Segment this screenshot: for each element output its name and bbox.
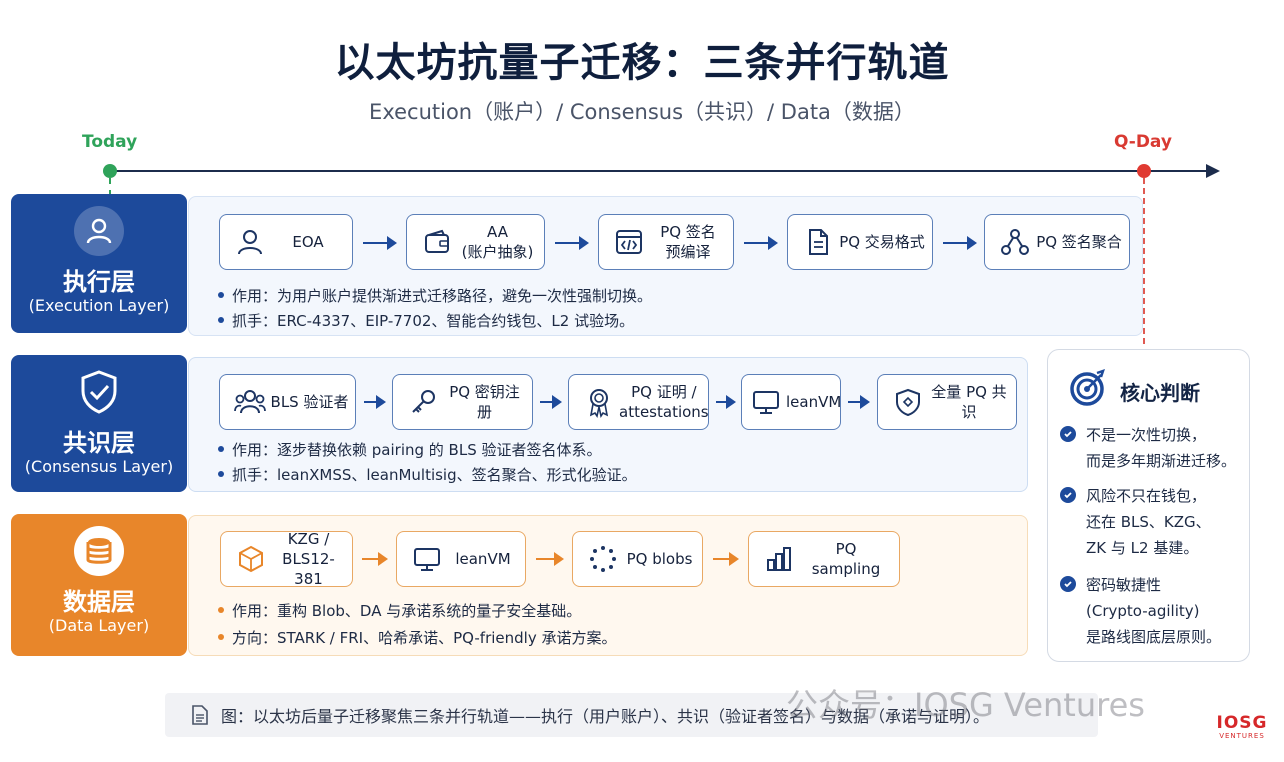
execution-layer-label: 执行层 (Execution Layer) [11,194,187,333]
exec-arrow-4 [943,236,977,250]
data-layer-sub: (Data Layer) [48,616,150,635]
judgment-item-3: 密码敏捷性 (Crypto-agility) 是路线图底层原则。 [1060,572,1221,650]
data-layer-name: 数据层 [63,588,135,616]
timeline-qday-label: Q-Day [1114,132,1172,152]
cons-arrow-3 [716,395,736,409]
user-icon [230,222,270,262]
data-step-pq-blobs: PQ blobs [572,531,703,587]
execution-layer-name: 执行层 [63,268,135,296]
cons-step-full-pq: 全量 PQ 共识 [877,374,1017,430]
exec-step-pq-precompile: PQ 签名 预编译 [598,214,734,270]
cons-arrow-1 [364,395,386,409]
judgment-item-1: 不是一次性切换， 而是多年期渐进迁移。 [1060,422,1236,474]
exec-step-aa: AA (账户抽象) [406,214,545,270]
timeline-line [110,170,1210,172]
cons-step-bls: BLS 验证者 [219,374,356,430]
cons-arrow-4 [848,395,870,409]
judgment-item-2: 风险不只在钱包， 还在 BLS、KZG、 ZK 与 L2 基建。 [1060,483,1211,561]
timeline-qday-dot [1137,164,1151,178]
timeline-today-dot [103,164,117,178]
shield-check-icon [74,367,124,417]
data-arrow-1 [362,552,388,566]
timeline-today-label: Today [82,132,138,152]
data-arrow-2 [536,552,564,566]
dots-circle-icon [583,539,623,579]
exec-step-eoa: EOA [219,214,353,270]
consensus-layer-label: 共识层 (Consensus Layer) [11,355,187,492]
network-icon [995,222,1035,262]
cons-step-pq-key: PQ 密钥注册 [392,374,533,430]
user-circle-icon [74,206,124,256]
core-judgment-card: 核心判断 不是一次性切换， 而是多年期渐进迁移。 风险不只在钱包， 还在 BLS… [1047,349,1250,662]
exec-step-pq-aggregation: PQ 签名聚合 [984,214,1130,270]
document-icon [798,222,838,262]
data-bullet-role: 作用：重构 Blob、DA 与承诺系统的量子安全基础。 [218,600,581,621]
exec-arrow-3 [744,236,778,250]
cons-step-pq-attest: PQ 证明 / attestations [568,374,709,430]
data-arrow-3 [713,552,739,566]
code-icon [609,222,649,262]
database-icon [74,526,124,576]
cons-step-leanvm: leanVM [741,374,841,430]
monitor-icon [746,382,786,422]
shield-icon [888,382,928,422]
exec-arrow-1 [363,236,397,250]
data-step-pq-sampling: PQ sampling [748,531,900,587]
check-icon [1060,576,1076,592]
iosg-logo: IOSG VENTURES [1216,713,1268,740]
data-layer-label: 数据层 (Data Layer) [11,514,187,656]
document-icon [189,704,211,726]
exec-step-pq-tx-format: PQ 交易格式 [787,214,933,270]
data-step-leanvm: leanVM [396,531,526,587]
consensus-layer-sub: (Consensus Layer) [24,457,174,476]
people-icon [230,382,270,422]
monitor-icon [407,539,447,579]
exec-bullet-levers: 抓手：ERC-4337、EIP-7702、智能合约钱包、L2 试验场。 [218,310,634,331]
target-icon [1068,368,1108,408]
cons-bullet-levers: 抓手：leanXMSS、leanMultisig、签名聚合、形式化验证。 [218,464,637,485]
data-bullet-direction: 方向：STARK / FRI、哈希承诺、PQ-friendly 承诺方案。 [218,627,616,648]
cons-bullet-role: 作用：逐步替换依赖 pairing 的 BLS 验证者签名体系。 [218,439,602,460]
execution-layer-sub: (Execution Layer) [28,296,170,315]
cons-arrow-2 [540,395,562,409]
core-judgment-title: 核心判断 [1120,381,1200,405]
wallet-icon [417,222,457,262]
timeline-arrowhead [1206,164,1220,178]
cube-icon [231,539,271,579]
check-icon [1060,487,1076,503]
consensus-layer-name: 共识层 [63,429,135,457]
data-step-kzg: KZG / BLS12-381 [220,530,353,588]
page-subtitle: Execution（账户）/ Consensus（共识）/ Data（数据） [369,100,915,124]
page-title: 以太坊抗量子迁移：三条并行轨道 [334,40,950,86]
check-icon [1060,426,1076,442]
badge-icon [579,382,619,422]
exec-bullet-role: 作用：为用户账户提供渐进式迁移路径，避免一次性强制切换。 [218,285,652,306]
timeline-qday-dash [1143,178,1145,344]
bar-chart-icon [759,539,799,579]
exec-arrow-2 [555,236,589,250]
key-icon [403,382,443,422]
watermark: 公众号：IOSG Ventures [786,686,1145,724]
